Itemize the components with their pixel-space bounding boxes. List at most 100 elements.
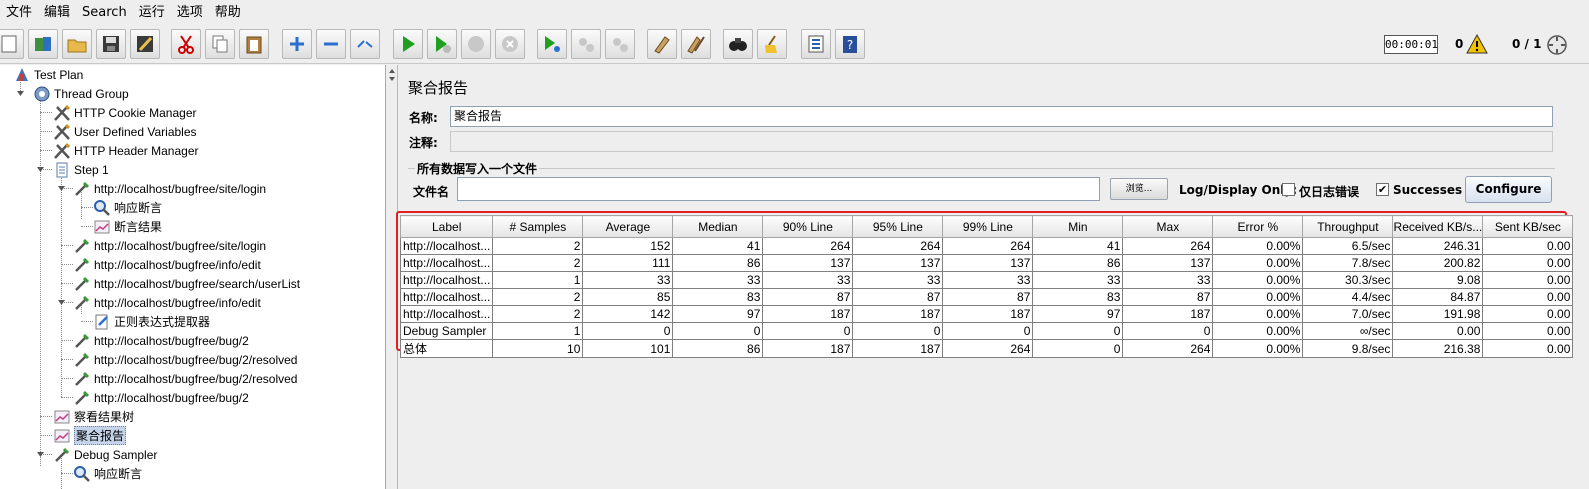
- clear-button[interactable]: [647, 29, 677, 59]
- copy-button[interactable]: [205, 29, 235, 59]
- tree-item-sampler[interactable]: http://localhost/bugfree/info/edit: [73, 293, 261, 312]
- tree-item-view-results-tree[interactable]: 察看结果树: [53, 407, 134, 426]
- remote-shutdown-icon: [613, 38, 628, 52]
- tree-item-assertion-results[interactable]: 断言结果: [93, 217, 162, 236]
- table-row[interactable]: http://localhost... 2 152 41 264 264 264 41 264 0…: [399, 237, 1574, 255]
- stop-button[interactable]: [461, 29, 491, 59]
- paste-icon: [246, 36, 262, 54]
- remote-stop-button[interactable]: [571, 29, 601, 59]
- tree-item-label: 响应断言: [94, 467, 143, 481]
- table-row[interactable]: Debug Sampler 1 0 0 0 0 0 0 0 0.00% ∞/sec 0.00 0.00: [399, 322, 1574, 340]
- table-cell: 1: [492, 322, 584, 340]
- shutdown-button[interactable]: [495, 29, 525, 59]
- column-header-label[interactable]: Label: [399, 215, 494, 238]
- table-cell: 0: [942, 322, 1034, 340]
- search-button[interactable]: [723, 29, 753, 59]
- tree-item-header-manager[interactable]: HTTP Header Manager: [53, 141, 199, 160]
- help-icon: ?: [843, 36, 857, 53]
- templates-button[interactable]: [28, 29, 58, 59]
- table-cell: 85: [582, 288, 674, 306]
- clear-all-button[interactable]: [681, 29, 711, 59]
- toggle-button[interactable]: [350, 29, 380, 59]
- tree-item-label: http://localhost/bugfree/bug/2/resolved: [94, 371, 298, 386]
- column-header-90-line[interactable]: 90% Line: [762, 215, 854, 238]
- menu-edit[interactable]: 编辑: [38, 0, 76, 26]
- tree-toggle-icon[interactable]: [58, 185, 65, 192]
- tree-item-sampler[interactable]: http://localhost/bugfree/bug/2/resolved: [73, 350, 297, 369]
- new-button[interactable]: [0, 29, 24, 59]
- save-as-button[interactable]: [130, 29, 160, 59]
- collapse-left-icon[interactable]: [389, 69, 395, 73]
- successes-checkbox[interactable]: ✔: [1376, 183, 1389, 196]
- comment-field[interactable]: [450, 131, 1553, 152]
- open-button[interactable]: [62, 29, 92, 59]
- tree-item-sampler[interactable]: http://localhost/bugfree/site/login: [73, 236, 266, 255]
- collapse-all-button[interactable]: [316, 29, 346, 59]
- tree-item-thread-group[interactable]: Thread Group: [33, 84, 129, 103]
- table-row[interactable]: http://localhost... 1 33 33 33 33 33 33 33 0.00% 3…: [399, 271, 1574, 289]
- table-row[interactable]: http://localhost... 2 85 83 87 87 87 83 87 0.00% 4…: [399, 288, 1574, 306]
- cut-button[interactable]: [171, 29, 201, 59]
- tree-item-response-assertion[interactable]: 响应断言: [73, 464, 142, 483]
- column-header-sent[interactable]: Sent KB/sec: [1482, 215, 1574, 238]
- tree-item-step-1[interactable]: Step 1: [53, 160, 109, 179]
- start-no-pauses-button[interactable]: [427, 29, 457, 59]
- shutdown-icon: [502, 36, 518, 52]
- tree-line: [61, 283, 73, 284]
- menu-options[interactable]: 选项: [171, 0, 209, 26]
- table-row[interactable]: http://localhost... 2 111 86 137 137 137 86 137 0…: [399, 254, 1574, 272]
- tree-item-aggregate-report[interactable]: 聚合报告: [53, 426, 127, 445]
- help-button[interactable]: ?: [835, 29, 865, 59]
- filename-field[interactable]: [457, 177, 1100, 201]
- column-header-99-line[interactable]: 99% Line: [942, 215, 1034, 238]
- column-header-95-line[interactable]: 95% Line: [852, 215, 944, 238]
- tree-item-sampler[interactable]: http://localhost/bugfree/site/login: [73, 179, 266, 198]
- tree-toggle-icon[interactable]: [17, 90, 24, 97]
- column-header-median[interactable]: Median: [672, 215, 764, 238]
- column-header-samples[interactable]: # Samples: [492, 215, 584, 238]
- tree-item-cookie-manager[interactable]: HTTP Cookie Manager: [53, 103, 197, 122]
- save-button[interactable]: [96, 29, 126, 59]
- tree-toggle-icon[interactable]: [58, 299, 65, 306]
- table-row[interactable]: 总体 10 101 86 187 187 264 0 264 0.00% 9.8/sec 216.38…: [399, 339, 1574, 358]
- tree-item-sampler[interactable]: http://localhost/bugfree/bug/2: [73, 331, 249, 350]
- reset-search-button[interactable]: [757, 29, 787, 59]
- browse-button[interactable]: 浏览...: [1110, 178, 1168, 200]
- column-header-throughput[interactable]: Throughput: [1302, 215, 1394, 238]
- remote-shutdown-button[interactable]: [605, 29, 635, 59]
- tree-toggle-icon[interactable]: [37, 451, 44, 458]
- tree-item-response-assertion[interactable]: 响应断言: [93, 198, 162, 217]
- tree-item-label: 断言结果: [114, 220, 163, 234]
- menu-run[interactable]: 运行: [133, 0, 171, 26]
- tree-item-debug-sampler[interactable]: Debug Sampler: [53, 445, 157, 464]
- column-header-received[interactable]: Received KB/s...: [1392, 215, 1484, 238]
- tree-item-sampler[interactable]: http://localhost/bugfree/info/edit: [73, 255, 261, 274]
- tree-item-sampler[interactable]: http://localhost/bugfree/bug/2: [73, 388, 249, 407]
- table-cell: 216.38: [1392, 339, 1484, 358]
- function-helper-button[interactable]: [801, 29, 831, 59]
- configure-button[interactable]: Configure: [1465, 176, 1552, 203]
- column-header-max[interactable]: Max: [1122, 215, 1214, 238]
- errors-only-checkbox[interactable]: [1282, 183, 1295, 196]
- reset-search-icon: [765, 35, 777, 53]
- expand-all-button[interactable]: [282, 29, 312, 59]
- remote-start-button[interactable]: [537, 29, 567, 59]
- column-header-min[interactable]: Min: [1032, 215, 1124, 238]
- tree-item-sampler[interactable]: http://localhost/bugfree/bug/2/resolved: [73, 369, 297, 388]
- menu-search[interactable]: Search: [76, 0, 133, 26]
- warning-icon[interactable]: [1466, 33, 1488, 55]
- paste-button[interactable]: [239, 29, 269, 59]
- tree-toggle-icon[interactable]: [37, 166, 44, 173]
- column-header-error[interactable]: Error %: [1212, 215, 1304, 238]
- tree-item-test-plan[interactable]: Test Plan: [13, 65, 83, 84]
- menu-file[interactable]: 文件: [0, 0, 38, 26]
- table-row[interactable]: http://localhost... 2 142 97 187 187 187 97 187 0…: [399, 305, 1574, 323]
- menu-help[interactable]: 帮助: [209, 0, 247, 26]
- collapse-right-icon[interactable]: [389, 77, 395, 81]
- column-header-average[interactable]: Average: [582, 215, 674, 238]
- name-field[interactable]: 聚合报告: [450, 106, 1553, 127]
- tree-item-user-defined-variables[interactable]: User Defined Variables: [53, 122, 197, 141]
- tree-item-sampler[interactable]: http://localhost/bugfree/search/userList: [73, 274, 300, 293]
- start-button[interactable]: [393, 29, 423, 59]
- tree-item-regex-extractor[interactable]: 正则表达式提取器: [93, 312, 210, 331]
